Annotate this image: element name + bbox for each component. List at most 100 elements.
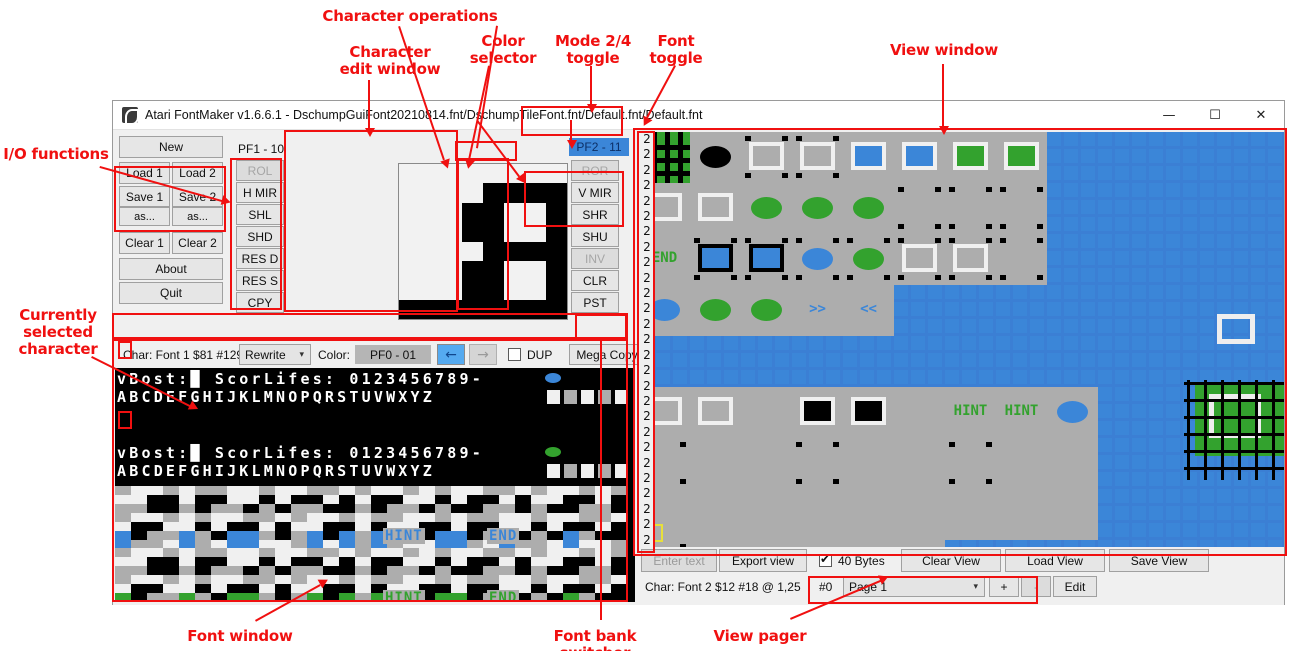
about-button[interactable]: About bbox=[119, 258, 223, 280]
char-pixel[interactable] bbox=[462, 260, 483, 281]
view-water-cell[interactable] bbox=[843, 370, 857, 384]
view-water-cell[interactable] bbox=[1064, 234, 1078, 248]
char-pixel[interactable] bbox=[483, 241, 504, 261]
view-water-cell[interactable] bbox=[1115, 523, 1129, 537]
view-water-cell[interactable] bbox=[1183, 268, 1197, 282]
view-water-cell[interactable] bbox=[1047, 149, 1061, 163]
view-water-cell[interactable] bbox=[1251, 523, 1265, 537]
view-water-cell[interactable] bbox=[1217, 200, 1231, 214]
font-tile-pixel[interactable] bbox=[579, 593, 595, 602]
font-tile-pixel[interactable] bbox=[563, 504, 579, 513]
font-tile-pixel[interactable] bbox=[243, 575, 259, 584]
font-tile-pixel[interactable] bbox=[163, 531, 179, 540]
font-tile-pixel[interactable] bbox=[291, 557, 307, 566]
char-pixel[interactable] bbox=[441, 260, 462, 281]
font-tile-pixel[interactable] bbox=[259, 531, 275, 540]
char-pixel[interactable] bbox=[399, 299, 420, 319]
font-tile-pixel[interactable] bbox=[579, 504, 595, 513]
view-water-cell[interactable] bbox=[996, 370, 1010, 384]
font-tile-pixel[interactable] bbox=[499, 566, 515, 575]
view-water-cell[interactable] bbox=[996, 336, 1010, 350]
font-tile-pixel[interactable] bbox=[483, 575, 499, 584]
view-water-cell[interactable] bbox=[724, 353, 738, 367]
font-tile-word[interactable]: HINT bbox=[383, 590, 425, 602]
view-water-cell[interactable] bbox=[996, 302, 1010, 316]
font-tile-pixel[interactable] bbox=[275, 575, 291, 584]
char-pixel[interactable] bbox=[504, 183, 525, 203]
view-water-cell[interactable] bbox=[1132, 166, 1146, 180]
view-water-cell[interactable] bbox=[1200, 251, 1214, 265]
view-water-cell[interactable] bbox=[1183, 149, 1197, 163]
font-tile-pixel[interactable] bbox=[355, 522, 371, 531]
view-tile[interactable] bbox=[843, 489, 894, 540]
font-tile-pixel[interactable] bbox=[483, 566, 499, 575]
char-pixel[interactable] bbox=[525, 260, 546, 281]
font-tile-pixel[interactable] bbox=[531, 513, 547, 522]
view-water-cell[interactable] bbox=[1132, 336, 1146, 350]
font-tile-pixel[interactable] bbox=[563, 575, 579, 584]
view-water-cell[interactable] bbox=[1030, 285, 1044, 299]
view-water-cell[interactable] bbox=[945, 336, 959, 350]
view-water-cell[interactable] bbox=[1115, 183, 1129, 197]
font-tile-pixel[interactable] bbox=[611, 575, 627, 584]
view-water-cell[interactable] bbox=[1149, 268, 1163, 282]
font-tile-pixel[interactable] bbox=[243, 557, 259, 566]
view-water-cell[interactable] bbox=[1183, 523, 1197, 537]
view-water-cell[interactable] bbox=[1183, 132, 1197, 146]
font-tile-pixel[interactable] bbox=[307, 566, 323, 575]
font-tile-pixel[interactable] bbox=[275, 557, 291, 566]
font-tile-pixel[interactable] bbox=[179, 557, 195, 566]
font-tile-pixel[interactable] bbox=[435, 486, 451, 495]
char-pixel[interactable] bbox=[504, 260, 525, 281]
font-tile-pixel[interactable] bbox=[195, 504, 211, 513]
view-water-cell[interactable] bbox=[1251, 200, 1265, 214]
font-tile-pixel[interactable] bbox=[595, 522, 611, 531]
char-pixel[interactable] bbox=[504, 222, 525, 242]
font-tile-pixel[interactable] bbox=[115, 486, 131, 495]
view-water-cell[interactable] bbox=[1098, 251, 1112, 265]
view-water-cell[interactable] bbox=[1234, 217, 1248, 231]
font-tile-pixel[interactable] bbox=[307, 495, 323, 504]
char-pixel[interactable] bbox=[546, 260, 567, 281]
font-tile-pixel[interactable] bbox=[595, 495, 611, 504]
font-tile-pixel[interactable] bbox=[355, 584, 371, 593]
font-tile-pixel[interactable] bbox=[387, 513, 403, 522]
view-water-cell[interactable] bbox=[1268, 200, 1282, 214]
font-tile-pixel[interactable] bbox=[227, 513, 243, 522]
view-water-cell[interactable] bbox=[911, 370, 925, 384]
font-tile-pixel[interactable] bbox=[115, 522, 131, 531]
font-tile-pixel[interactable] bbox=[387, 504, 403, 513]
font-tile-pixel[interactable] bbox=[227, 495, 243, 504]
font-tile-pixel[interactable] bbox=[243, 584, 259, 593]
view-water-cell[interactable] bbox=[894, 370, 908, 384]
view-water-cell[interactable] bbox=[1268, 540, 1282, 547]
font-tile-pixel[interactable] bbox=[131, 566, 147, 575]
font-tile-pixel[interactable] bbox=[451, 504, 467, 513]
font-tile-pixel[interactable] bbox=[211, 575, 227, 584]
view-water-cell[interactable] bbox=[1064, 285, 1078, 299]
char-pixel[interactable] bbox=[441, 241, 462, 261]
font-tile-pixel[interactable] bbox=[531, 575, 547, 584]
char-pixel[interactable] bbox=[483, 260, 504, 281]
font-tile-pixel[interactable] bbox=[371, 486, 387, 495]
char-pixel[interactable] bbox=[399, 280, 420, 300]
view-water-cell[interactable] bbox=[1217, 268, 1231, 282]
font-tile-pixel[interactable] bbox=[339, 522, 355, 531]
font-tile-pixel[interactable] bbox=[307, 557, 323, 566]
font-tile-pixel[interactable] bbox=[195, 495, 211, 504]
view-water-cell[interactable] bbox=[1149, 302, 1163, 316]
font-tile-pixel[interactable] bbox=[579, 548, 595, 557]
font-tile-pixel[interactable] bbox=[323, 522, 339, 531]
view-tile[interactable] bbox=[1047, 438, 1098, 489]
font-tile-pixel[interactable] bbox=[435, 495, 451, 504]
view-water-cell[interactable] bbox=[1251, 149, 1265, 163]
font-tile-pixel[interactable] bbox=[467, 513, 483, 522]
view-water-cell[interactable] bbox=[1217, 506, 1231, 520]
font-tile-pixel[interactable] bbox=[435, 513, 451, 522]
view-water-cell[interactable] bbox=[1234, 523, 1248, 537]
char-pixel[interactable] bbox=[441, 183, 462, 203]
font-tile-pixel[interactable] bbox=[227, 575, 243, 584]
font-tile-pixel[interactable] bbox=[179, 566, 195, 575]
font-tile-pixel[interactable] bbox=[179, 522, 195, 531]
font-tile-pixel[interactable] bbox=[323, 566, 339, 575]
